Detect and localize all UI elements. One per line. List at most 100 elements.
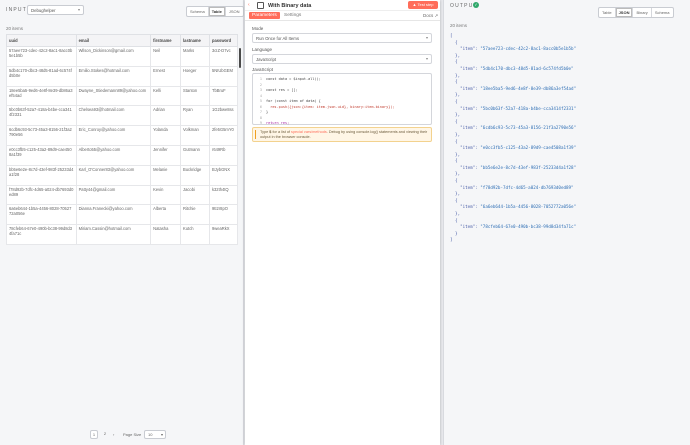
tab-settings[interactable]: Settings xyxy=(281,12,304,19)
page-button-1[interactable]: 1 xyxy=(90,430,98,439)
page-size-label: Page Size xyxy=(123,432,142,437)
table-cell[interactable]: BJybGNX xyxy=(208,164,239,186)
table-cell[interactable]: Volkman xyxy=(180,125,210,146)
table-cell[interactable]: f78d92b-7dfc-4d65-a024-db7693d0ed89 xyxy=(6,184,77,206)
table-cell[interactable]: e0cc3fb5-c125-43a2-89d9-cae4508a1f39 xyxy=(6,144,77,166)
table-cell[interactable]: Melanie xyxy=(150,164,182,186)
table-cell[interactable]: Adrian xyxy=(150,105,182,127)
table-cell[interactable]: 6cdb6c93-5c73-45a3-8156-21f3a2790e56 xyxy=(6,125,77,146)
table-row: e0cc3fb5-c125-43a2-89d9-cae4508a1f39 Albe… xyxy=(6,144,239,166)
table-cell[interactable]: Dwayne_Stiedemann89@yahoo.com xyxy=(75,85,152,107)
output-mode-table[interactable]: Table xyxy=(599,8,615,17)
output-mode-json[interactable]: JSON xyxy=(614,8,633,17)
table-cell[interactable]: TbBruF xyxy=(208,85,239,107)
table-cell[interactable]: Alberto55@yahoo.com xyxy=(75,144,152,166)
back-icon[interactable]: ‹ xyxy=(248,2,250,8)
table-cell[interactable]: 57aee723-cdec-42c2-8ac1-8acc0b5e1b5b xyxy=(6,46,77,67)
docs-link[interactable]: Docs ↗ xyxy=(423,13,438,19)
json-brace: }, xyxy=(450,92,461,98)
json-brace: }, xyxy=(450,52,461,58)
table-cell[interactable]: Neil xyxy=(150,46,182,67)
code-line: return res; xyxy=(266,121,290,125)
json-brace: { xyxy=(450,98,458,104)
table-cell[interactable]: 1G2bwe8ss xyxy=(208,105,239,127)
table-cell[interactable]: Jennifer xyxy=(150,144,182,166)
mode-select[interactable]: Run Once for All Items ▾ xyxy=(252,33,432,43)
table-cell[interactable]: Chelsea93@hotmail.com xyxy=(75,105,152,127)
table-cell[interactable]: Ritchie xyxy=(180,204,210,226)
json-key: "item": xyxy=(450,65,481,71)
column-header[interactable]: lastname xyxy=(180,34,210,47)
table-cell[interactable]: Hoeger xyxy=(180,65,210,87)
table-cell[interactable]: Kutch xyxy=(180,224,210,245)
ndv-window: INPUT Debughelper ▾ Schema Table JSON 20… xyxy=(0,0,690,445)
json-key: "item": xyxy=(450,224,481,230)
table-cell[interactable]: Karl_O'Conner83@yahoo.com xyxy=(75,164,152,186)
code-line: const res = []; xyxy=(266,88,298,92)
table-cell[interactable]: Kelli xyxy=(150,85,182,107)
json-value: bb5e6e2e-8c7d-43ef-983f-25233d4a1f28 xyxy=(482,164,574,170)
output-mode-schema[interactable]: Schema xyxy=(650,8,673,17)
table-cell[interactable]: Eric_Conroy@yahoo.com xyxy=(75,125,152,146)
table-cell[interactable]: 6a6eb644-1b5a-4456-8028-7052772a056e xyxy=(6,204,77,226)
node-title[interactable]: With Binary data xyxy=(268,3,311,9)
table-cell[interactable]: r649Rb xyxy=(208,144,239,166)
table-cell[interactable]: Stanton xyxy=(180,85,210,107)
table-cell[interactable]: k32th4tQ xyxy=(208,184,239,206)
json-quote: " xyxy=(573,164,577,170)
json-brace: }, xyxy=(450,191,461,197)
table-cell[interactable]: bb5e6e2e-8c7d-43ef-983f-25233d4a1f28 xyxy=(6,164,77,186)
chevron-down-icon: ▾ xyxy=(425,35,428,40)
column-header[interactable]: firstname xyxy=(150,34,182,47)
table-cell[interactable]: 2fe5G5mY0 xyxy=(208,125,239,146)
table-cell[interactable]: Alberta xyxy=(150,204,182,226)
table-cell[interactable]: Jacobi xyxy=(180,184,210,206)
tab-parameters[interactable]: Parameters xyxy=(249,12,280,19)
table-cell[interactable]: 9weaRkX xyxy=(208,224,239,245)
table-cell[interactable]: 3cIZ-D7vc xyxy=(208,46,239,67)
page-button-2[interactable]: 2 xyxy=(101,430,109,439)
table-cell[interactable]: Yolanda xyxy=(150,125,182,146)
test-step-button[interactable]: ▲ Test step xyxy=(408,1,438,9)
table-cell[interactable]: Natasha xyxy=(150,224,182,245)
json-quote: " xyxy=(573,125,577,131)
input-mode-table[interactable]: Table xyxy=(207,7,225,16)
language-select[interactable]: JavaScript ▾ xyxy=(252,54,432,64)
table-cell[interactable]: Emilio.Stokes@hotmail.com xyxy=(75,65,152,87)
column-header[interactable]: email xyxy=(75,34,152,47)
table-cell[interactable]: 5db4c170-dbc3-48d5-81ad-6c574fd5b0e xyxy=(6,65,77,87)
input-header: INPUT Debughelper ▾ Schema Table JSON xyxy=(0,4,244,18)
table-cell[interactable]: 5NIUbGEM xyxy=(208,65,239,87)
column-header[interactable]: uuid xyxy=(6,34,77,47)
table-cell[interactable]: Marks xyxy=(180,46,210,67)
table-cell[interactable]: Gutmann xyxy=(180,144,210,166)
special-vars-link[interactable]: special vars/methods xyxy=(291,130,327,134)
next-page-icon[interactable]: › xyxy=(113,432,114,437)
table-cell[interactable]: Patty44@gmail.com xyxy=(75,184,152,206)
input-source-select[interactable]: Debughelper ▾ xyxy=(27,5,84,15)
column-header[interactable]: password xyxy=(208,34,239,47)
json-value: 5bc0b63f-52a7-418a-b4be-cca3414f2331 xyxy=(482,105,574,111)
table-cell[interactable]: Miriam.Cassin@hotmail.com xyxy=(75,224,152,245)
output-mode-binary[interactable]: Binary xyxy=(632,8,650,17)
table-cell[interactable]: 9tI2r8pO xyxy=(208,204,239,226)
table-cell[interactable]: 18ee5ba5-9ed6-4e8f-8e39-db86a3ef54ad xyxy=(6,85,77,107)
table-row: 78cfeb64-67e0-490b-bc38-99d8d34fa71c Miri… xyxy=(6,224,239,245)
output-json[interactable]: [ { "item": "57aee723-cdec-42c2-8ac1-8ac… xyxy=(450,33,576,244)
code-editor[interactable]: 1 const data = $input.all(); 2 3 const r… xyxy=(252,73,432,125)
table-cell[interactable]: 5bc0b63f-52a7-418a-b4be-cca3414f2331 xyxy=(6,105,77,127)
table-cell[interactable]: Ryan xyxy=(180,105,210,127)
page-size-select[interactable]: 10 ▾ xyxy=(144,430,166,439)
table-cell[interactable]: 78cfeb64-67e0-490b-bc38-99d8d34fa71c xyxy=(6,224,77,245)
input-mode-json[interactable]: JSON xyxy=(224,7,243,16)
json-brace: { xyxy=(450,118,458,124)
table-cell[interactable]: Ernest xyxy=(150,65,182,87)
table-scrollbar[interactable] xyxy=(239,48,241,68)
json-brace: { xyxy=(450,138,458,144)
table-cell[interactable]: Kevin xyxy=(150,184,182,206)
table-cell[interactable]: Dianna.Franecki@yahoo.com xyxy=(75,204,152,226)
table-cell[interactable]: Wilson_Dickinson@gmail.com xyxy=(75,46,152,67)
input-mode-schema[interactable]: Schema xyxy=(187,7,208,16)
json-value: 57aee723-cdec-42c2-8ac1-8acc0b5e1b5b xyxy=(482,46,574,52)
table-cell[interactable]: Buckridge xyxy=(180,164,210,186)
